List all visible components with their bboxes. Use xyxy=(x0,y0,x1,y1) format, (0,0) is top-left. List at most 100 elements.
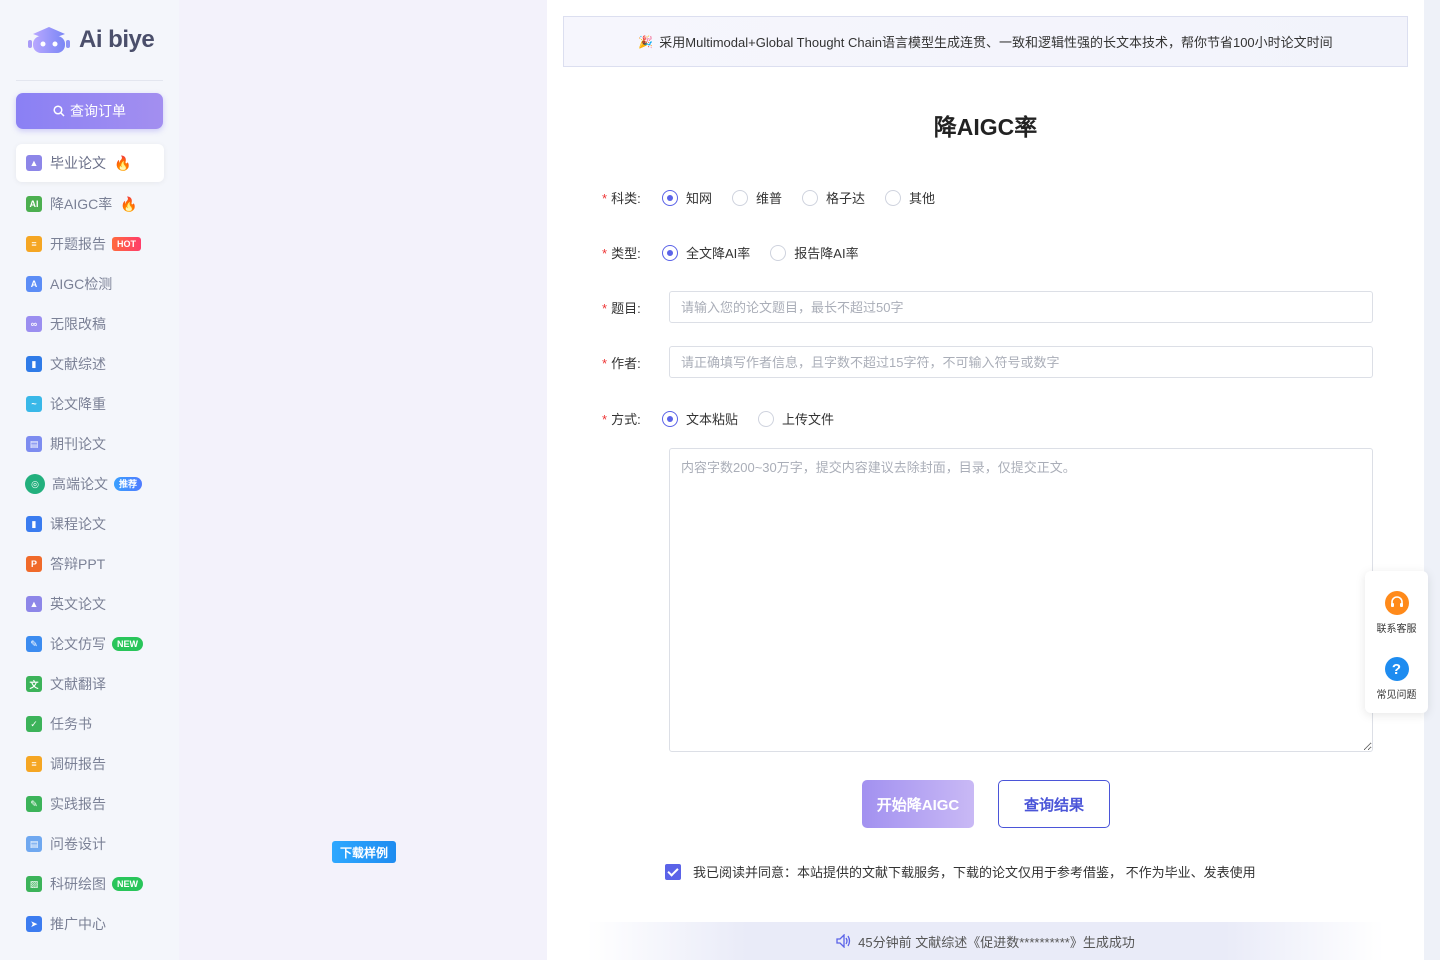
sidebar-item-label: 英文论文 xyxy=(50,596,106,612)
subject-option-cnki[interactable]: 知网 xyxy=(662,188,712,207)
subject-option-gezida[interactable]: 格子达 xyxy=(802,188,865,207)
image-icon: ▨ xyxy=(26,876,42,892)
sidebar-item-16[interactable]: ✎ 实践报告 xyxy=(16,784,164,824)
subject-label: * 科类: xyxy=(602,191,641,206)
sidebar-item-3[interactable]: A AIGC检测 xyxy=(16,264,164,304)
sidebar-item-label: 文献综述 xyxy=(50,356,106,372)
sidebar-item-10[interactable]: P 答辩PPT xyxy=(16,544,164,584)
sidebar-item-8[interactable]: ◎ 高端论文 推荐 xyxy=(16,464,164,504)
practice-icon: ✎ xyxy=(26,796,42,812)
sidebar-item-label: 实践报告 xyxy=(50,796,106,812)
sidebar-item-label: 答辩PPT xyxy=(50,556,106,572)
sidebar: Ai biye 查询订单 ▲ 毕业论文 🔥 AI 降AIGC率 🔥 ≡ 开题报告 HOT A AIG… xyxy=(0,0,179,960)
sidebar-item-label: 无限改稿 xyxy=(50,316,106,332)
robot-logo-icon xyxy=(27,24,71,56)
start-reduce-button[interactable]: 开始降AIGC xyxy=(862,780,974,828)
topic-row: * 题目: xyxy=(602,298,662,317)
ticker-text: 45分钟前 文献综述《促进数**********》生成成功 xyxy=(858,934,1135,950)
sidebar-item-2[interactable]: ≡ 开题报告 HOT xyxy=(16,224,164,264)
sidebar-item-label: 期刊论文 xyxy=(50,436,106,452)
journal-icon: ▤ xyxy=(26,436,42,452)
sidebar-item-19[interactable]: ➤ 推广中心 xyxy=(16,904,164,944)
query-result-button[interactable]: 查询结果 xyxy=(998,780,1110,828)
sidebar-item-17[interactable]: ▤ 问卷设计 xyxy=(16,824,164,864)
sidebar-item-1[interactable]: AI 降AIGC率 🔥 xyxy=(16,184,164,224)
subject-row: * 科类: 知网 维普 格子达 其他 xyxy=(602,188,955,207)
contact-support-button[interactable]: 联系客服 xyxy=(1365,591,1428,635)
agreement: 我已阅读并同意：本站提供的文献下载服务，下载的论文仅用于参考借鉴， 不作为毕业、… xyxy=(665,862,1256,881)
sidebar-item-11[interactable]: ▲ 英文论文 xyxy=(16,584,164,624)
sidebar-item-label: 论文仿写 xyxy=(50,636,106,652)
ai-shield-icon: AI xyxy=(26,196,42,212)
sidebar-item-15[interactable]: ≡ 调研报告 xyxy=(16,744,164,784)
preview-panel xyxy=(179,0,547,960)
sidebar-item-13[interactable]: 文文献翻译 xyxy=(16,664,164,704)
sidebar-item-label: 文献翻译 xyxy=(50,676,106,692)
headset-icon xyxy=(1384,591,1409,615)
type-row: * 类型: 全文降AI率 报告降AI率 xyxy=(602,243,879,262)
query-order-label: 查询订单 xyxy=(70,103,126,119)
author-input[interactable] xyxy=(669,346,1373,378)
type-option-full[interactable]: 全文降AI率 xyxy=(662,243,750,262)
chart-down-icon: ~ xyxy=(26,396,42,412)
sidebar-item-label: 推广中心 xyxy=(50,916,106,932)
sidebar-item-label: 毕业论文 xyxy=(50,155,106,171)
sidebar-item-label: AIGC检测 xyxy=(50,276,113,292)
sidebar-item-label: 问卷设计 xyxy=(50,836,106,852)
type-option-report[interactable]: 报告降AI率 xyxy=(770,243,859,262)
sidebar-item-5[interactable]: ▮ 文献综述 xyxy=(16,344,164,384)
type-label: * 类型: xyxy=(602,246,641,261)
method-option-paste[interactable]: 文本粘贴 xyxy=(662,409,738,428)
report-icon: ≡ xyxy=(26,236,42,252)
sidebar-item-6[interactable]: ~ 论文降重 xyxy=(16,384,164,424)
nav-badge: NEW xyxy=(112,877,143,891)
agreement-checkbox[interactable] xyxy=(665,863,681,880)
download-sample-button[interactable]: 下载样例 xyxy=(332,841,396,863)
sidebar-item-label: 课程论文 xyxy=(50,516,106,532)
topic-label: * 题目: xyxy=(602,301,641,316)
floating-help-panel: 联系客服 ? 常见问题 xyxy=(1365,571,1428,713)
translate-icon: 文 xyxy=(26,676,42,692)
sidebar-item-0[interactable]: ▲ 毕业论文 🔥 xyxy=(16,144,164,182)
sidebar-item-label: 论文降重 xyxy=(50,396,106,412)
nav-badge: HOT xyxy=(112,237,141,251)
banner-text: 采用Multimodal+Global Thought Chain语言模型生成连… xyxy=(659,35,1333,50)
topic-input[interactable] xyxy=(669,291,1373,323)
faq-button[interactable]: ? 常见问题 xyxy=(1365,657,1428,701)
search-icon xyxy=(53,105,65,117)
speaker-icon xyxy=(836,934,851,948)
author-row: * 作者: xyxy=(602,353,662,372)
sidebar-item-label: 开题报告 xyxy=(50,236,106,252)
banner: 🎉 采用Multimodal+Global Thought Chain语言模型生… xyxy=(563,16,1408,67)
graduation-cap-icon: ▲ xyxy=(26,155,42,171)
method-label: * 方式: xyxy=(602,412,641,427)
party-popper-icon: 🎉 xyxy=(638,34,654,49)
method-option-upload[interactable]: 上传文件 xyxy=(758,409,834,428)
sidebar-item-9[interactable]: ▮ 课程论文 xyxy=(16,504,164,544)
sidebar-item-7[interactable]: ▤ 期刊论文 xyxy=(16,424,164,464)
course-book-icon: ▮ xyxy=(26,516,42,532)
task-icon: ✓ xyxy=(26,716,42,732)
nav-badge: NEW xyxy=(112,637,143,651)
contact-support-label: 联系客服 xyxy=(1376,624,1417,635)
page-title: 降AIGC率 xyxy=(933,114,1038,140)
content-textarea[interactable] xyxy=(669,448,1373,752)
infinity-icon: ∞ xyxy=(26,316,42,332)
logo[interactable]: Ai biye xyxy=(27,24,155,56)
sidebar-item-12[interactable]: ✎ 论文仿写 NEW xyxy=(16,624,164,664)
question-icon: ? xyxy=(1384,657,1409,681)
survey-icon: ≡ xyxy=(26,756,42,772)
fire-icon: 🔥 xyxy=(120,195,138,212)
sidebar-item-label: 调研报告 xyxy=(50,756,106,772)
sidebar-item-label: 任务书 xyxy=(50,716,92,732)
subject-option-other[interactable]: 其他 xyxy=(885,188,935,207)
subject-option-vip[interactable]: 维普 xyxy=(732,188,782,207)
query-order-button[interactable]: 查询订单 xyxy=(16,93,163,129)
ai-detect-icon: A xyxy=(26,276,42,292)
sidebar-item-14[interactable]: ✓ 任务书 xyxy=(16,704,164,744)
paper-plane-icon: ➤ xyxy=(26,916,42,932)
agreement-text: 我已阅读并同意：本站提供的文献下载服务，下载的论文仅用于参考借鉴， 不作为毕业、… xyxy=(693,865,1256,880)
sidebar-item-18[interactable]: ▨ 科研绘图 NEW xyxy=(16,864,164,904)
fire-icon: 🔥 xyxy=(114,154,132,171)
sidebar-item-4[interactable]: ∞ 无限改稿 xyxy=(16,304,164,344)
